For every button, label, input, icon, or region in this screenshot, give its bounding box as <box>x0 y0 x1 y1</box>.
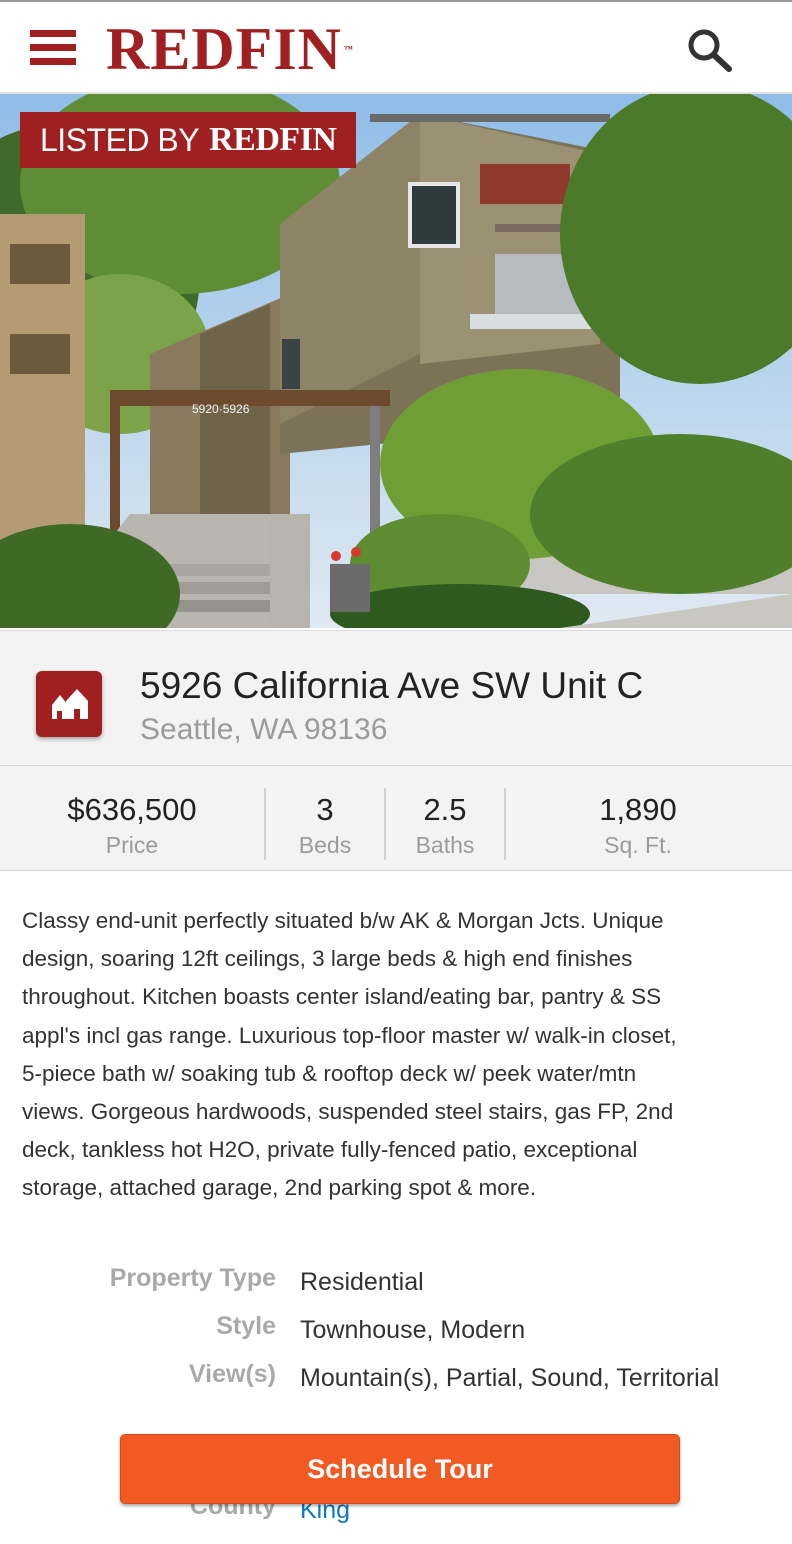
listing-photo[interactable]: 5920·5926 LISTED BY REDFIN <box>0 94 792 628</box>
redfin-logo[interactable]: REDFIN ™ <box>106 18 354 80</box>
description-line: 5-piece bath w/ soaking tub & rooftop de… <box>22 1060 637 1086</box>
stat-beds: 3 Beds <box>298 792 352 858</box>
schedule-tour-button[interactable]: Schedule Tour <box>120 1434 680 1504</box>
stat-baths: 2.5 Baths <box>415 792 475 858</box>
address-line-1: 5926 California Ave SW Unit C <box>140 665 644 706</box>
app-header: REDFIN ™ <box>0 2 792 94</box>
address-sign: 5920·5926 <box>192 402 250 416</box>
description-line: Classy end-unit perfectly situated b/w A… <box>22 908 664 933</box>
detail-value: Townhouse, Modern <box>300 1316 526 1344</box>
description-line: throughout. Kitchen boasts center island… <box>22 984 662 1010</box>
house-icon <box>36 671 102 737</box>
listing-description: Classy end-unit perfectly situated b/w A… <box>22 902 752 1208</box>
description-line: appl's incl gas range. Luxurious top-flo… <box>22 1022 677 1048</box>
detail-value: Residential <box>300 1268 424 1296</box>
address-line-2: Seattle, WA 98136 <box>140 713 388 746</box>
stat-sqft: 1,890 Sq. Ft. <box>599 792 677 858</box>
key-stats: $636,500 Price 3 Beds 2.5 Baths 1,890 Sq… <box>0 766 792 871</box>
detail-key: Property Type <box>109 1264 276 1292</box>
description-line: deck, tankless hot H2O, private fully-fe… <box>22 1137 638 1163</box>
description-line: views. Gorgeous hardwoods, suspended ste… <box>22 1099 674 1125</box>
search-icon[interactable] <box>684 26 736 74</box>
detail-value: Mountain(s), Partial, Sound, Territorial <box>300 1364 720 1392</box>
stat-price: $636,500 Price <box>67 792 197 858</box>
detail-key: View(s) <box>188 1360 276 1388</box>
detail-key: Style <box>216 1312 276 1340</box>
description-line: storage, attached garage, 2nd parking sp… <box>22 1175 537 1201</box>
address-section: 5926 California Ave SW Unit C Seattle, W… <box>0 630 792 766</box>
listed-by-redfin-badge: LISTED BY REDFIN <box>20 112 357 168</box>
description-line: design, soaring 12ft ceilings, 3 large b… <box>22 946 633 972</box>
hamburger-icon[interactable] <box>30 30 76 66</box>
